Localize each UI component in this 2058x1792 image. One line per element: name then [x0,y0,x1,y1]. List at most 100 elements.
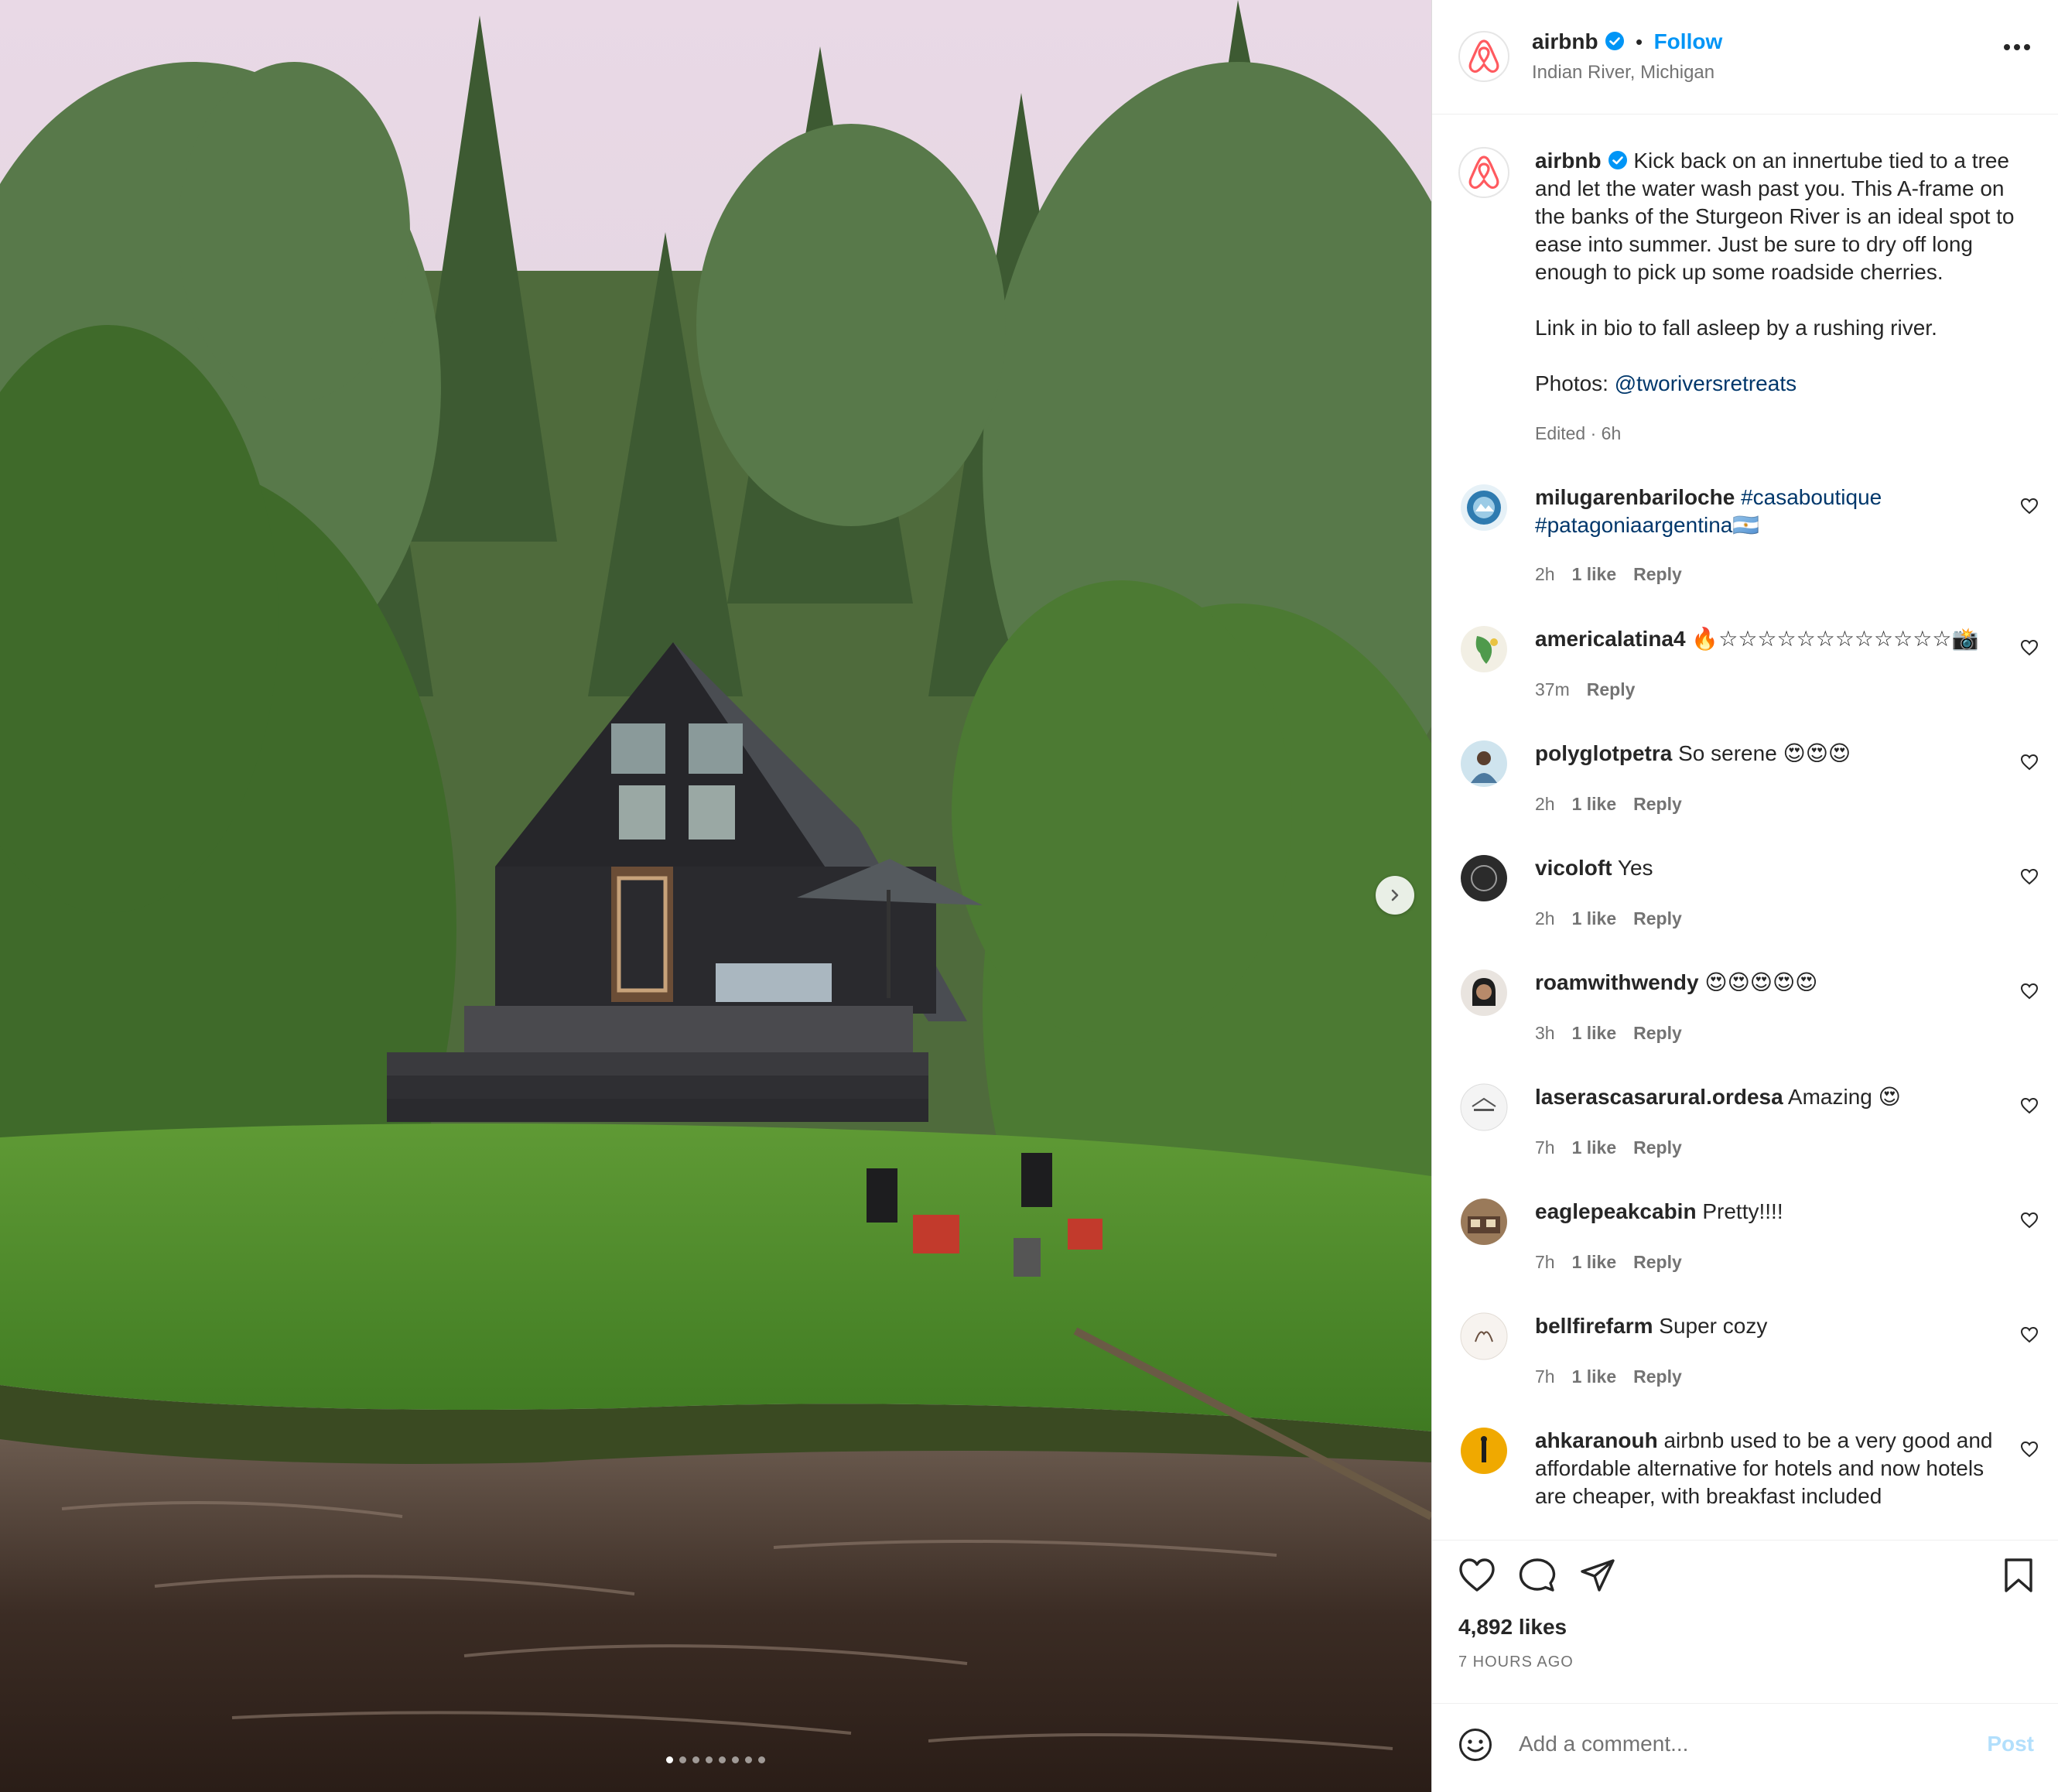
post-photo[interactable] [0,0,1431,1792]
comment-reply-button[interactable]: Reply [1633,1023,1682,1043]
verified-badge-icon [1608,151,1627,169]
caption-line-2: Link in bio to fall asleep by a rushing … [1535,316,1937,340]
post-header: airbnb • Follow Indian River, Michigan [1432,0,2058,115]
comment-like-heart-icon[interactable] [2020,1441,2039,1458]
comment-username[interactable]: ahkaranouh [1535,1428,1658,1452]
post-timestamp: 7 HOURS AGO [1458,1653,1574,1671]
commenter-avatar[interactable] [1460,1427,1508,1475]
separator-dot: • [1636,30,1643,53]
comment-reply-button[interactable]: Reply [1633,794,1682,814]
comment-input[interactable] [1517,1724,1954,1764]
post-side-panel: airbnb • Follow Indian River, Michigan a… [1431,0,2058,1792]
comment-username[interactable]: americalatina4 [1535,627,1686,651]
caption-author-avatar[interactable] [1458,147,1509,198]
verified-badge-icon [1605,32,1624,50]
commenter-avatar[interactable] [1460,740,1508,788]
comment-text: 😍😍😍😍😍 [1704,970,1818,994]
comment-likes[interactable]: 1 like [1572,1366,1617,1387]
comment-time: 2h [1535,908,1555,928]
comment-time: 37m [1535,679,1570,699]
comment-likes[interactable]: 1 like [1572,908,1617,928]
comment-like-heart-icon[interactable] [2020,639,2039,656]
comment-text: Super cozy [1659,1314,1768,1338]
comment-time: 7h [1535,1252,1555,1272]
add-comment-bar: Post [1432,1703,2058,1785]
more-options-icon[interactable] [2003,43,2031,51]
comment-reply-button[interactable]: Reply [1633,564,1682,584]
comment-text: Pretty!!!! [1702,1199,1783,1223]
commenter-avatar[interactable] [1460,1083,1508,1131]
next-photo-button[interactable] [1376,876,1414,915]
post-location[interactable]: Indian River, Michigan [1532,62,1714,84]
comment-reply-button[interactable]: Reply [1587,679,1636,699]
comment-reply-button[interactable]: Reply [1633,1252,1682,1272]
commenter-avatar[interactable] [1460,854,1508,902]
carousel-dot [719,1756,726,1763]
comment-like-heart-icon[interactable] [2020,1326,2039,1343]
post-author-username[interactable]: airbnb [1532,29,1598,53]
comment-username[interactable]: bellfirefarm [1535,1314,1653,1338]
comment-time: 2h [1535,564,1555,584]
post-caption: airbnb Kick back on an innertube tied to… [1535,147,2038,447]
commenter-avatar[interactable] [1460,484,1508,532]
bookmark-icon[interactable] [2003,1558,2034,1593]
comment-username[interactable]: vicoloft [1535,856,1612,880]
comment-reply-button[interactable]: Reply [1633,1137,1682,1158]
comment-time: 7h [1535,1366,1555,1387]
airbnb-logo-icon [1468,39,1499,74]
carousel-dot [758,1756,765,1763]
caption-edited-time: Edited · 6h [1535,423,1622,443]
commenter-avatar[interactable] [1460,1198,1508,1246]
share-icon[interactable] [1579,1558,1616,1593]
comment-time: 3h [1535,1023,1555,1043]
comment-likes[interactable]: 1 like [1572,1023,1617,1043]
comment-text: Yes [1617,856,1653,880]
emoji-icon[interactable] [1458,1728,1492,1762]
comment-like-heart-icon[interactable] [2020,498,2039,515]
comment-username[interactable]: polyglotpetra [1535,741,1672,765]
comment-time: 7h [1535,1137,1555,1158]
comment-icon[interactable] [1519,1558,1556,1593]
comment-like-heart-icon[interactable] [2020,754,2039,771]
comment-likes[interactable]: 1 like [1572,1137,1617,1158]
comment-likes[interactable]: 1 like [1572,1252,1617,1272]
comment-username[interactable]: roamwithwendy [1535,970,1699,994]
comment-text: So serene 😍😍😍 [1678,741,1851,765]
photos-credit-link[interactable]: @tworiversretreats [1615,371,1796,395]
comment-like-heart-icon[interactable] [2020,1212,2039,1229]
carousel-dot [706,1756,713,1763]
carousel-dot [679,1756,686,1763]
comment-reply-button[interactable]: Reply [1633,1366,1682,1387]
commenter-avatar[interactable] [1460,1312,1508,1360]
commenter-avatar[interactable] [1460,625,1508,673]
comment-time: 2h [1535,794,1555,814]
caption-author-username[interactable]: airbnb [1535,149,1602,173]
carousel-dot [666,1756,673,1763]
comment-username[interactable]: eaglepeakcabin [1535,1199,1697,1223]
comment-username[interactable]: laserascasarural.ordesa [1535,1085,1783,1109]
comment-likes[interactable]: 1 like [1572,564,1617,584]
post-comment-button[interactable]: Post [1987,1732,2034,1756]
comment-like-heart-icon[interactable] [2020,868,2039,885]
commenter-avatar[interactable] [1460,969,1508,1017]
airbnb-avatar[interactable] [1458,31,1509,82]
comment-text: Amazing 😍 [1787,1085,1901,1109]
chevron-right-icon [1391,889,1399,901]
comment-like-heart-icon[interactable] [2020,1097,2039,1114]
cabin-photo-illustration [0,0,1431,1792]
heart-icon[interactable] [1458,1558,1496,1593]
photos-credit-label: Photos: [1535,371,1608,395]
carousel-indicator [0,1756,1431,1763]
airbnb-logo-icon [1468,156,1499,190]
comment-like-heart-icon[interactable] [2020,983,2039,1000]
carousel-dot [745,1756,752,1763]
comment-text: 🔥☆☆☆☆☆☆☆☆☆☆☆☆📸 [1691,627,1979,651]
post-actions: 4,892 likes 7 HOURS AGO Post [1432,1540,2058,1787]
carousel-dot [732,1756,739,1763]
carousel-dot [692,1756,699,1763]
comment-reply-button[interactable]: Reply [1633,908,1682,928]
comment-username[interactable]: milugarenbariloche [1535,485,1735,509]
follow-button[interactable]: Follow [1654,29,1723,53]
comment-likes[interactable]: 1 like [1572,794,1617,814]
likes-count[interactable]: 4,892 likes [1458,1615,1567,1640]
